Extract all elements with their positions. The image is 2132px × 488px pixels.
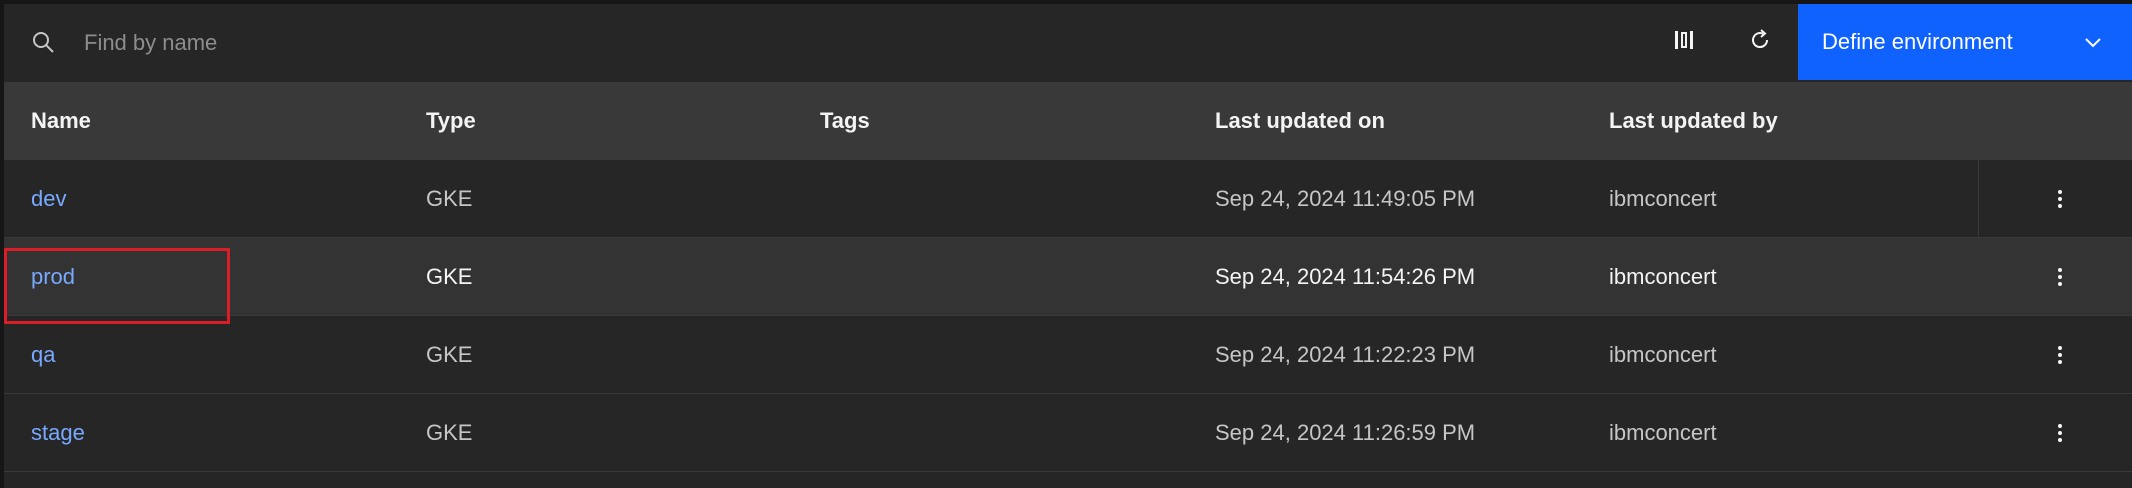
define-environment-button[interactable]: Define environment — [1798, 4, 2132, 80]
overflow-menu-vertical-icon[interactable] — [2040, 179, 2080, 219]
overflow-menu-vertical-icon[interactable] — [2040, 257, 2080, 297]
refresh-button[interactable] — [1722, 4, 1798, 80]
environment-name-link[interactable]: dev — [31, 185, 66, 213]
last-updated-by: ibmconcert — [1609, 264, 1717, 289]
header-tags[interactable]: Tags — [820, 107, 870, 135]
table-row: dev GKE Sep 24, 2024 11:49:05 PM ibmconc… — [4, 160, 2132, 238]
table-row: prod GKE Sep 24, 2024 11:54:26 PM ibmcon… — [4, 238, 2132, 316]
define-environment-label: Define environment — [1822, 29, 2013, 54]
overflow-menu-vertical-icon[interactable] — [2040, 335, 2080, 375]
button-divider — [2058, 4, 2059, 80]
environments-table-container: Define environment Name Type Tags Last u… — [4, 4, 2132, 488]
last-updated-on: Sep 24, 2024 11:54:26 PM — [1215, 264, 1476, 289]
last-updated-on: Sep 24, 2024 11:49:05 PM — [1215, 186, 1476, 211]
column-divider — [1978, 160, 1979, 238]
table-row: qa GKE Sep 24, 2024 11:22:23 PM ibmconce… — [4, 316, 2132, 394]
search-input[interactable] — [82, 22, 1486, 64]
environment-name-link[interactable]: stage — [31, 419, 85, 447]
last-updated-by: ibmconcert — [1609, 420, 1717, 445]
last-updated-on: Sep 24, 2024 11:26:59 PM — [1215, 420, 1476, 445]
table-header: Name Type Tags Last updated on Last upda… — [4, 82, 2132, 160]
column-settings-button[interactable] — [1646, 4, 1722, 80]
environment-type: GKE — [426, 342, 473, 367]
column-settings-icon — [1673, 29, 1695, 56]
header-type[interactable]: Type — [426, 107, 476, 135]
environment-name-link[interactable]: qa — [31, 341, 55, 369]
search-bar — [4, 4, 1604, 80]
last-updated-by: ibmconcert — [1609, 186, 1717, 211]
table-row: stage GKE Sep 24, 2024 11:26:59 PM ibmco… — [4, 394, 2132, 472]
environment-type: GKE — [426, 264, 473, 289]
search-icon — [31, 30, 55, 54]
environment-type: GKE — [426, 186, 473, 211]
header-last-updated-by[interactable]: Last updated by — [1609, 107, 1778, 135]
header-name[interactable]: Name — [31, 107, 91, 135]
chevron-down-icon[interactable] — [2081, 30, 2105, 54]
environment-name-link[interactable]: prod — [31, 263, 75, 291]
refresh-icon — [1748, 28, 1772, 57]
environment-type: GKE — [426, 420, 473, 445]
last-updated-on: Sep 24, 2024 11:22:23 PM — [1215, 342, 1476, 367]
last-updated-by: ibmconcert — [1609, 342, 1717, 367]
overflow-menu-vertical-icon[interactable] — [2040, 413, 2080, 453]
table-toolbar: Define environment — [4, 4, 2132, 80]
header-last-updated-on[interactable]: Last updated on — [1215, 107, 1385, 135]
